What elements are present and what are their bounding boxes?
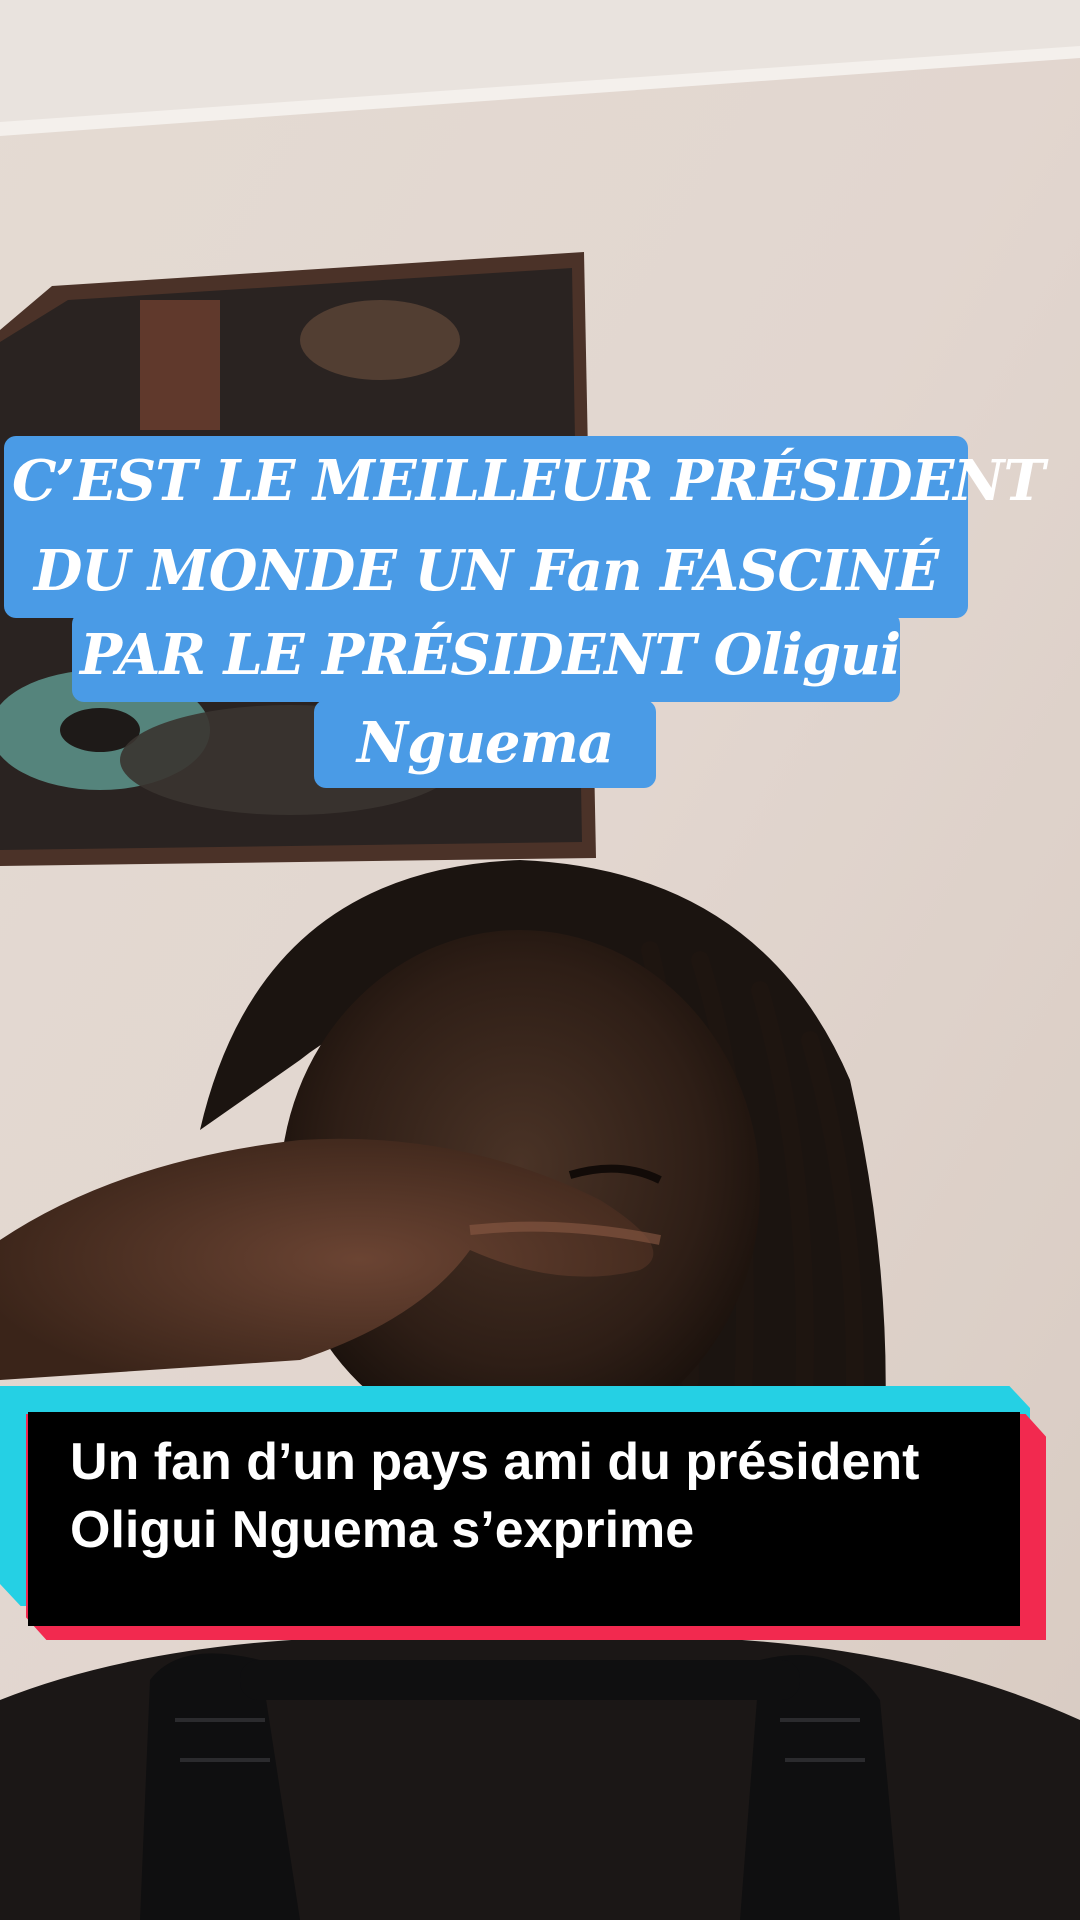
title-line-3: PAR LE PRÉSIDENT Oligui: [72, 612, 901, 702]
title-line-2: DU MONDE UN Fan FASCINÉ: [33, 538, 939, 604]
title-caption: C’EST LE MEILLEUR PRÉSIDENT DU MONDE UN …: [0, 0, 1080, 800]
title-line-1: C’EST LE MEILLEUR PRÉSIDENT: [12, 448, 1045, 514]
subtitle-box: Un fan d’un pays ami du président Oligui…: [0, 1386, 1080, 1656]
subtitle-line-2: Oligui Nguema s’exprime: [70, 1501, 695, 1559]
title-caption-block: C’EST LE MEILLEUR PRÉSIDENT DU MONDE UN …: [4, 436, 1045, 618]
subtitle-line-1: Un fan d’un pays ami du président: [70, 1433, 920, 1491]
title-line-4: Nguema: [314, 700, 656, 788]
subtitle-text: Un fan d’un pays ami du président Oligui…: [70, 1428, 1000, 1564]
